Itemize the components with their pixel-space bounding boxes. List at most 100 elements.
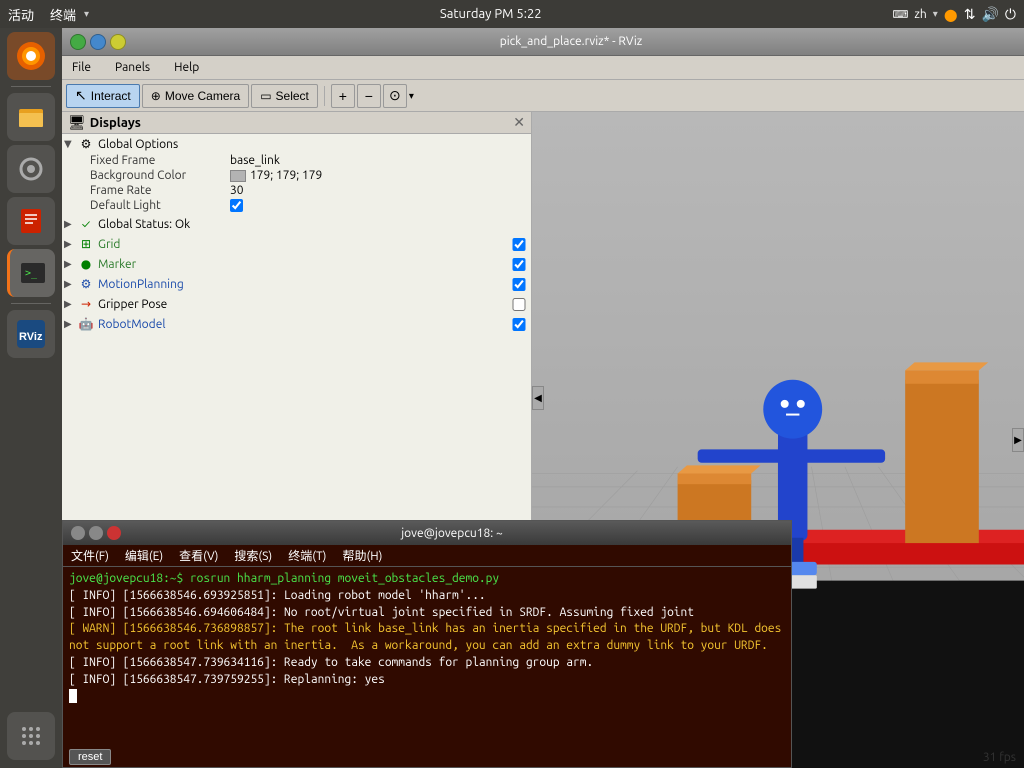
- sidebar-app-texteditor[interactable]: [7, 197, 55, 245]
- rviz-toolbar: ↖ Interact ⊕ Move Camera ▭ Select + − ⊙ …: [62, 80, 1024, 112]
- fixed-frame-row: Fixed Frame base_link: [62, 153, 531, 168]
- terminal-minimize-button[interactable]: [71, 526, 85, 540]
- bg-color-row: Background Color 179; 179; 179: [62, 168, 531, 183]
- marker-row[interactable]: ▶ ● Marker: [62, 255, 531, 273]
- terminal-line: [ INFO] [1566638546.694606484]: No root/…: [69, 605, 785, 622]
- collapse-right-panel[interactable]: ▶: [1012, 428, 1024, 452]
- toolbar-dropdown-icon[interactable]: ▾: [409, 90, 414, 102]
- ubuntu-sidebar: >_ RViz: [0, 28, 62, 768]
- motion-planning-row[interactable]: ▶ ⚙ MotionPlanning: [62, 275, 531, 293]
- sidebar-divider-2: [11, 303, 51, 304]
- taskbar: 活动 终端 ▾ Saturday PM 5:22 ⌨ zh ▾ ● ⇅ 🔊 ⏻: [0, 0, 1024, 28]
- global-status-expand[interactable]: ▶: [64, 218, 78, 230]
- global-status-label: Global Status: Ok: [98, 218, 529, 231]
- minimize-button[interactable]: [70, 34, 86, 50]
- terminal-menubar: 文件(F) 编辑(E) 查看(V) 搜索(S) 终端(T) 帮助(H): [63, 545, 791, 567]
- motion-planning-checkbox[interactable]: [511, 278, 527, 291]
- menu-panels[interactable]: Panels: [109, 59, 156, 76]
- terminal-maximize-button[interactable]: [89, 526, 103, 540]
- gripper-pose-row[interactable]: ▶ → Gripper Pose: [62, 295, 531, 313]
- bg-color-value[interactable]: 179; 179; 179: [230, 169, 322, 182]
- motion-planning-label: MotionPlanning: [98, 278, 511, 291]
- term-menu-file[interactable]: 文件(F): [71, 547, 109, 564]
- power-icon[interactable]: ⏻: [1005, 6, 1016, 23]
- robot-model-icon: 🤖: [78, 316, 94, 332]
- term-menu-edit[interactable]: 编辑(E): [125, 547, 163, 564]
- term-menu-help[interactable]: 帮助(H): [342, 547, 382, 564]
- close-button[interactable]: [110, 34, 126, 50]
- terminal-cursor: [69, 689, 77, 703]
- term-menu-terminal[interactable]: 终端(T): [288, 547, 326, 564]
- menu-file[interactable]: File: [66, 59, 97, 76]
- term-menu-view[interactable]: 查看(V): [179, 547, 218, 564]
- grid-checkbox[interactable]: [511, 238, 527, 251]
- taskbar-datetime[interactable]: Saturday PM 5:22: [440, 7, 542, 21]
- sidebar-app-settings[interactable]: [7, 145, 55, 193]
- terminal-line: [ INFO] [1566638547.739759255]: Replanni…: [69, 672, 785, 689]
- terminal-content[interactable]: jove@jovepcu18:~$ rosrun hharm_planning …: [63, 567, 791, 747]
- sidebar-app-firefox[interactable]: [7, 32, 55, 80]
- terminal-titlebar: jove@jovepcu18: ~: [63, 521, 791, 545]
- lang-dropdown-icon[interactable]: ▾: [933, 8, 938, 20]
- collapse-left-panel[interactable]: ◀: [532, 386, 544, 410]
- global-status-item: ▶ ✓ Global Status: Ok: [62, 214, 531, 234]
- motion-planning-expand[interactable]: ▶: [64, 278, 78, 290]
- terminal-cursor-line: [69, 689, 785, 706]
- network-status-dot[interactable]: ●: [944, 5, 958, 24]
- motion-planning-item: ▶ ⚙ MotionPlanning: [62, 274, 531, 294]
- minus-button[interactable]: −: [357, 84, 381, 108]
- focus-button[interactable]: ⊙: [383, 84, 407, 108]
- maximize-button[interactable]: [90, 34, 106, 50]
- menu-help[interactable]: Help: [168, 59, 205, 76]
- grid-icon: ⊞: [78, 236, 94, 252]
- term-menu-search[interactable]: 搜索(S): [234, 547, 272, 564]
- sidebar-app-files[interactable]: [7, 93, 55, 141]
- fps-counter: 31 fps: [983, 751, 1016, 764]
- marker-icon: ●: [78, 256, 94, 272]
- grid-expand[interactable]: ▶: [64, 238, 78, 250]
- terminal-close-button[interactable]: [107, 526, 121, 540]
- default-light-value[interactable]: [230, 199, 243, 212]
- robot-model-expand[interactable]: ▶: [64, 318, 78, 330]
- volume-icon[interactable]: 🔊: [981, 6, 998, 23]
- taskbar-left: 活动 终端 ▾: [8, 5, 89, 24]
- global-options-icon: ⚙: [78, 136, 94, 152]
- marker-expand[interactable]: ▶: [64, 258, 78, 270]
- move-camera-label: Move Camera: [165, 89, 240, 103]
- network-icon[interactable]: ⇅: [964, 6, 976, 23]
- robot-model-checkbox[interactable]: [511, 318, 527, 331]
- global-status-row[interactable]: ▶ ✓ Global Status: Ok: [62, 215, 531, 233]
- activities-label[interactable]: 活动: [8, 5, 34, 24]
- grid-row[interactable]: ▶ ⊞ Grid: [62, 235, 531, 253]
- displays-header-left: 🖥 Displays: [68, 114, 141, 131]
- reset-button[interactable]: reset: [69, 749, 111, 765]
- displays-close-icon[interactable]: ✕: [513, 114, 525, 131]
- frame-rate-value[interactable]: 30: [230, 184, 244, 197]
- grid-item: ▶ ⊞ Grid: [62, 234, 531, 254]
- move-camera-button[interactable]: ⊕ Move Camera: [142, 84, 249, 108]
- terminal-taskbar-label[interactable]: 终端: [50, 5, 76, 24]
- sidebar-app-rviz[interactable]: RViz: [7, 310, 55, 358]
- gripper-pose-checkbox[interactable]: [511, 298, 527, 311]
- terminal-line: [ INFO] [1566638546.693925851]: Loading …: [69, 588, 785, 605]
- sidebar-app-grid[interactable]: [7, 712, 55, 760]
- terminal-dropdown-icon[interactable]: ▾: [84, 8, 89, 20]
- interact-button[interactable]: ↖ Interact: [66, 84, 140, 108]
- gripper-pose-item: ▶ → Gripper Pose: [62, 294, 531, 314]
- bg-color-text: 179; 179; 179: [250, 169, 322, 182]
- global-options-row[interactable]: ▼ ⚙ Global Options: [62, 135, 531, 153]
- marker-checkbox[interactable]: [511, 258, 527, 271]
- frame-rate-label: Frame Rate: [90, 184, 230, 197]
- motion-planning-icon: ⚙: [78, 276, 94, 292]
- gripper-pose-expand[interactable]: ▶: [64, 298, 78, 310]
- global-options-expand[interactable]: ▼: [64, 138, 78, 150]
- keyboard-icon[interactable]: ⌨: [892, 8, 908, 21]
- default-light-checkbox[interactable]: [230, 199, 243, 212]
- select-button[interactable]: ▭ Select: [251, 84, 318, 108]
- sidebar-app-terminal[interactable]: >_: [7, 249, 55, 297]
- fixed-frame-value[interactable]: base_link: [230, 154, 280, 167]
- plus-button[interactable]: +: [331, 84, 355, 108]
- lang-label[interactable]: zh: [914, 8, 926, 21]
- toolbar-separator-1: [324, 86, 325, 106]
- robot-model-row[interactable]: ▶ 🤖 RobotModel: [62, 315, 531, 333]
